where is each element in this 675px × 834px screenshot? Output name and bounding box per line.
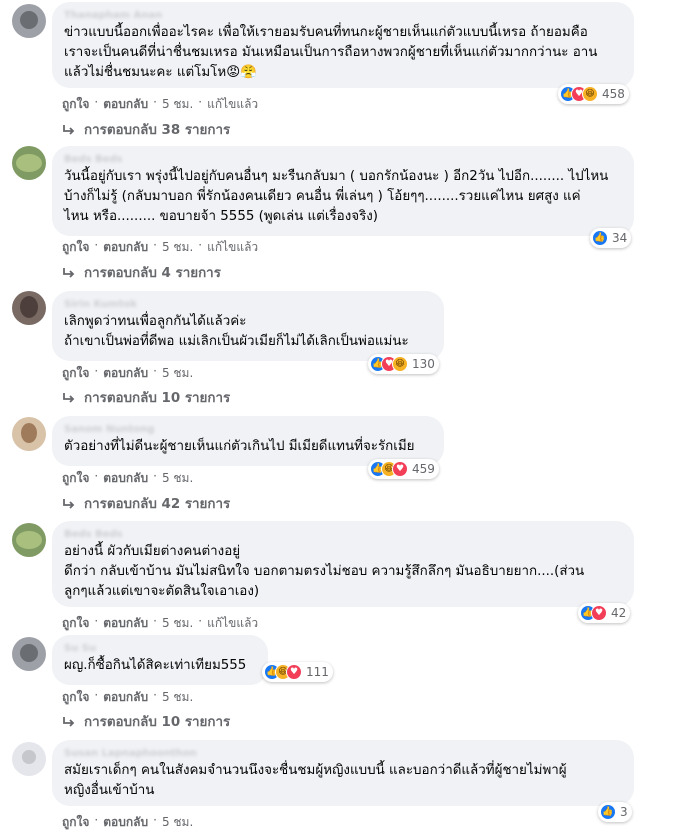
view-replies-link[interactable]: การตอบกลับ 42 รายการ bbox=[62, 493, 230, 514]
love-icon: ♥ bbox=[392, 461, 408, 477]
timestamp[interactable]: 5 ชม. bbox=[162, 238, 193, 257]
comment-actions: ถูกใจ · ตอบกลับ · 5 ชม. bbox=[62, 469, 193, 488]
reaction-summary[interactable]: 👍 ♥ 42 bbox=[578, 603, 631, 623]
reply-button[interactable]: ตอบกลับ bbox=[103, 469, 148, 488]
comment-text: ข่าวแบบนี้ออกเพื่ออะไรคะ เพื่อให้เรายอมร… bbox=[64, 25, 598, 80]
replies-count: การตอบกลับ 42 รายการ bbox=[84, 497, 231, 512]
like-icon: 👍 bbox=[600, 804, 616, 820]
comment-text: เลิกพูดว่าทนเพื่อลูกกันได้แล้วค่ะ ถ้าเขา… bbox=[64, 314, 409, 349]
comment-actions: ถูกใจ · ตอบกลับ · 5 ชม. · แก้ไขแล้ว bbox=[62, 95, 258, 114]
replies-count: การตอบกลับ 10 รายการ bbox=[84, 391, 231, 406]
comment-text: อย่างนี้ ผัวกับเมียต่างคนต่างอยู่ ดีกว่า… bbox=[64, 544, 585, 599]
reply-arrow-icon bbox=[63, 498, 75, 509]
avatar[interactable] bbox=[12, 4, 46, 38]
avatar[interactable] bbox=[12, 742, 46, 776]
comment-text: วันนี้อยู่กับเรา พรุ่งนี้ไปอยู่กับคนอื่น… bbox=[64, 169, 609, 224]
reply-button[interactable]: ตอบกลับ bbox=[103, 813, 148, 832]
haha-icon: 😆 bbox=[582, 86, 598, 102]
haha-icon: 😆 bbox=[392, 356, 408, 372]
author-name[interactable]: Su Su bbox=[64, 642, 256, 656]
author-name[interactable]: Beds Beds bbox=[64, 153, 622, 167]
love-icon: ♥ bbox=[591, 605, 607, 621]
author-name[interactable]: Sanom Nuntong bbox=[64, 423, 432, 437]
edited-label: แก้ไขแล้ว bbox=[207, 97, 259, 111]
reply-arrow-icon bbox=[63, 267, 75, 278]
edited-label: แก้ไขแล้ว bbox=[207, 616, 259, 630]
comment-actions: ถูกใจ · ตอบกลับ · 5 ชม. bbox=[62, 688, 193, 707]
timestamp[interactable]: 5 ชม. bbox=[162, 688, 193, 707]
edited-label: แก้ไขแล้ว bbox=[207, 240, 259, 254]
reaction-summary[interactable]: 👍 😆 ♥ 459 bbox=[368, 459, 439, 479]
reply-button[interactable]: ตอบกลับ bbox=[103, 688, 148, 707]
comment-actions: ถูกใจ · ตอบกลับ · 5 ชม. · แก้ไขแล้ว bbox=[62, 614, 258, 633]
reaction-summary[interactable]: 👍 34 bbox=[590, 228, 632, 248]
replies-count: การตอบกลับ 4 รายการ bbox=[84, 266, 221, 281]
avatar[interactable] bbox=[12, 523, 46, 557]
reaction-count: 34 bbox=[612, 231, 628, 245]
like-button[interactable]: ถูกใจ bbox=[62, 238, 89, 257]
author-name[interactable]: Sirin Kumtok bbox=[64, 298, 432, 312]
comment-bubble: Su Su ผญ.ก็ซื้อกินได้สิคะเท่าเทียม555 bbox=[52, 635, 268, 685]
like-button[interactable]: ถูกใจ bbox=[62, 688, 89, 707]
timestamp[interactable]: 5 ชม. bbox=[162, 364, 193, 383]
avatar[interactable] bbox=[12, 146, 46, 180]
reply-arrow-icon bbox=[63, 124, 75, 135]
timestamp[interactable]: 5 ชม. bbox=[162, 813, 193, 832]
reaction-count: 130 bbox=[412, 357, 435, 371]
like-button[interactable]: ถูกใจ bbox=[62, 469, 89, 488]
reaction-count: 42 bbox=[611, 606, 627, 620]
reaction-count: 3 bbox=[620, 805, 628, 819]
view-replies-link[interactable]: การตอบกลับ 38 รายการ bbox=[62, 119, 230, 140]
author-name[interactable]: Susan Lapnaphoonthon bbox=[64, 747, 622, 761]
view-replies-link[interactable]: การตอบกลับ 10 รายการ bbox=[62, 711, 230, 732]
reply-button[interactable]: ตอบกลับ bbox=[103, 614, 148, 633]
avatar[interactable] bbox=[12, 417, 46, 451]
comment-actions: ถูกใจ · ตอบกลับ · 5 ชม. bbox=[62, 364, 193, 383]
reaction-summary[interactable]: 👍 3 bbox=[598, 802, 632, 822]
author-name[interactable]: Thanapham Anan bbox=[64, 9, 622, 23]
view-replies-link[interactable]: การตอบกลับ 10 รายการ bbox=[62, 387, 230, 408]
reaction-summary[interactable]: 👍 ♥ 😆 458 bbox=[558, 84, 629, 104]
reaction-count: 111 bbox=[306, 665, 329, 679]
comment-actions: ถูกใจ · ตอบกลับ · 5 ชม. bbox=[62, 813, 193, 832]
replies-count: การตอบกลับ 38 รายการ bbox=[84, 123, 231, 138]
reply-arrow-icon bbox=[63, 716, 75, 727]
reaction-summary[interactable]: 👍 ♥ 😆 130 bbox=[368, 354, 439, 374]
timestamp[interactable]: 5 ชม. bbox=[162, 469, 193, 488]
comment-bubble: Beds Beds วันนี้อยู่กับเรา พรุ่งนี้ไปอยู… bbox=[52, 146, 634, 236]
like-button[interactable]: ถูกใจ bbox=[62, 813, 89, 832]
comment-text: ตัวอย่างที่ไม่ดีนะผู้ชายเห็นแก่ตัวเกินไป… bbox=[64, 439, 415, 454]
comment-text: ผญ.ก็ซื้อกินได้สิคะเท่าเทียม555 bbox=[64, 658, 247, 673]
comment-text: สมัยเราเด็กๆ คนในสังคมจำนวนนึงจะชื่นชมผู… bbox=[64, 763, 567, 798]
replies-count: การตอบกลับ 10 รายการ bbox=[84, 715, 231, 730]
comment-actions: ถูกใจ · ตอบกลับ · 5 ชม. · แก้ไขแล้ว bbox=[62, 238, 258, 257]
like-button[interactable]: ถูกใจ bbox=[62, 614, 89, 633]
timestamp[interactable]: 5 ชม. bbox=[162, 95, 193, 114]
comment-bubble: Sirin Kumtok เลิกพูดว่าทนเพื่อลูกกันได้แ… bbox=[52, 291, 444, 361]
reaction-summary[interactable]: 👍 😆 ♥ 111 bbox=[262, 662, 333, 682]
love-icon: ♥ bbox=[286, 664, 302, 680]
like-icon: 👍 bbox=[592, 230, 608, 246]
reply-button[interactable]: ตอบกลับ bbox=[103, 95, 148, 114]
comment-bubble: Thanapham Anan ข่าวแบบนี้ออกเพื่ออะไรคะ … bbox=[52, 2, 634, 88]
like-button[interactable]: ถูกใจ bbox=[62, 364, 89, 383]
reaction-count: 458 bbox=[602, 87, 625, 101]
author-name[interactable]: Beds Beds bbox=[64, 528, 622, 542]
avatar[interactable] bbox=[12, 291, 46, 325]
view-replies-link[interactable]: การตอบกลับ 4 รายการ bbox=[62, 262, 221, 283]
timestamp[interactable]: 5 ชม. bbox=[162, 614, 193, 633]
comment-bubble: Susan Lapnaphoonthon สมัยเราเด็กๆ คนในสั… bbox=[52, 740, 634, 806]
reply-button[interactable]: ตอบกลับ bbox=[103, 364, 148, 383]
reply-arrow-icon bbox=[63, 392, 75, 403]
like-button[interactable]: ถูกใจ bbox=[62, 95, 89, 114]
reply-button[interactable]: ตอบกลับ bbox=[103, 238, 148, 257]
comment-bubble: Beds Beds อย่างนี้ ผัวกับเมียต่างคนต่างอ… bbox=[52, 521, 634, 607]
avatar[interactable] bbox=[12, 637, 46, 671]
reaction-count: 459 bbox=[412, 462, 435, 476]
